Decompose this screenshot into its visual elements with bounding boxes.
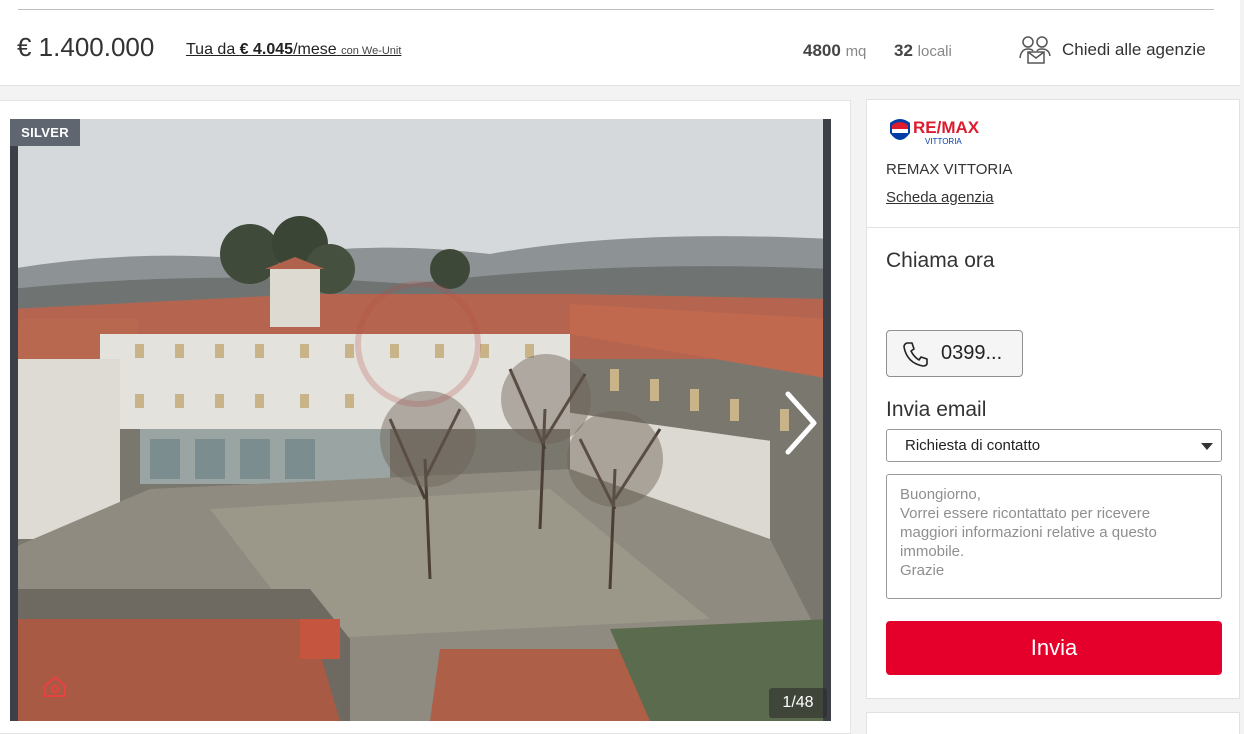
building-photo	[10, 119, 831, 721]
photo-frame-left	[10, 146, 18, 721]
listing-photo[interactable]	[10, 119, 831, 721]
subject-selected-value: Richiesta di contatto	[905, 437, 1041, 454]
phone-icon	[903, 341, 928, 367]
call-now-heading: Chiama ora	[886, 249, 995, 272]
next-card	[866, 712, 1240, 734]
mortgage-suffix: /mese	[293, 41, 337, 58]
photo-frame-right	[823, 119, 831, 721]
agency-contact-card: RE/MAX VITTORIA REMAX VITTORIA Scheda ag…	[866, 99, 1240, 699]
mortgage-partner: con We-Unit	[341, 45, 402, 57]
send-email-heading: Invia email	[886, 398, 987, 421]
subject-select[interactable]: Richiesta di contatto	[886, 429, 1222, 462]
area-value: 4800	[803, 41, 841, 60]
ask-agencies-label: Chiedi alle agenzie	[1062, 40, 1206, 59]
send-button[interactable]: Invia	[886, 621, 1222, 675]
agency-logo: RE/MAX VITTORIA	[887, 117, 997, 149]
next-photo-button[interactable]	[780, 388, 820, 458]
rooms-feature: 32 locali	[894, 41, 952, 61]
rooms-value: 32	[894, 41, 913, 60]
area-unit: mq	[845, 43, 867, 60]
show-phone-button[interactable]: 0399...	[886, 330, 1023, 377]
agency-header: RE/MAX VITTORIA REMAX VITTORIA Scheda ag…	[867, 100, 1239, 228]
logo-subtext: VITTORIA	[925, 137, 962, 146]
logo-text: RE/MAX	[913, 118, 980, 137]
phone-number: 0399...	[941, 342, 1003, 364]
people-envelope-icon	[1019, 36, 1051, 64]
mortgage-prefix: Tua da	[186, 41, 240, 58]
mortgage-amount: € 4.045	[239, 41, 294, 58]
chevron-right-icon	[785, 391, 817, 455]
listing-summary-bar: € 1.400.000 Tua da € 4.045/mese con We-U…	[0, 0, 1240, 86]
mortgage-link[interactable]: Tua da € 4.045/mese con We-Unit	[186, 41, 401, 59]
photo-counter: 1/48	[769, 688, 827, 718]
home-watermark-icon	[42, 674, 68, 698]
listing-price: € 1.400.000	[17, 32, 155, 62]
agency-profile-link[interactable]: Scheda agenzia	[886, 189, 994, 206]
area-feature: 4800 mq	[803, 41, 866, 61]
divider	[18, 9, 1214, 10]
agency-name: REMAX VITTORIA	[886, 161, 1013, 178]
silver-badge: SILVER	[10, 119, 80, 146]
rooms-unit: locali	[917, 43, 952, 60]
ask-agencies-button[interactable]: Chiedi alle agenzie	[1018, 34, 1206, 66]
message-textarea[interactable]	[886, 474, 1222, 599]
chevron-down-icon	[1201, 443, 1213, 450]
